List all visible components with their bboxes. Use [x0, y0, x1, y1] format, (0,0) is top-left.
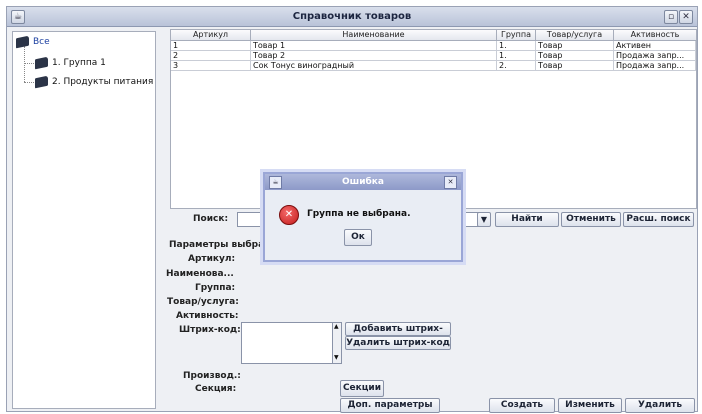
find-button[interactable]: Найти: [495, 212, 559, 227]
cancel-search-button[interactable]: Отменить: [561, 212, 621, 227]
table-cell[interactable]: 1.: [497, 51, 536, 61]
column-header-type[interactable]: Товар/услуга: [536, 30, 614, 41]
params-heading: Параметры выбран: [169, 240, 271, 250]
tree-item-group-1[interactable]: 1. Группа 1: [35, 56, 106, 70]
advanced-search-button[interactable]: Расш. поиск: [623, 212, 694, 227]
folder-icon: [16, 35, 29, 48]
type-label: Товар/услуга:: [167, 297, 239, 307]
column-header-activity[interactable]: Активность: [614, 30, 696, 41]
tree-item-label: 2. Продукты питания: [52, 77, 154, 87]
table-cell[interactable]: 3: [171, 61, 251, 71]
search-label: Поиск:: [193, 214, 229, 224]
table-cell[interactable]: Товар: [536, 61, 614, 71]
table-cell[interactable]: 1: [171, 41, 251, 51]
article-label: Артикул:: [188, 254, 236, 264]
table-cell[interactable]: Активен: [614, 41, 696, 51]
barcode-label: Штрих-код:: [179, 325, 241, 335]
table-cell[interactable]: Товар: [536, 41, 614, 51]
dialog-message: Группа не выбрана.: [307, 209, 411, 219]
table-cell[interactable]: 2.: [497, 61, 536, 71]
close-icon[interactable]: ✕: [679, 10, 693, 24]
search-dropdown-button[interactable]: ▼: [477, 212, 491, 227]
table-cell[interactable]: Продажа запр...: [614, 61, 696, 71]
column-header-name[interactable]: Наименование: [251, 30, 497, 41]
error-icon: ✕: [279, 205, 299, 225]
scroll-up-icon[interactable]: ▲: [334, 323, 339, 330]
table-cell[interactable]: Сок Тонус виноградный: [251, 61, 497, 71]
manufacturer-label: Производ.:: [183, 371, 241, 381]
column-header-article[interactable]: Артикул: [171, 30, 251, 41]
tree-item-food[interactable]: 2. Продукты питания: [35, 75, 153, 89]
edit-button[interactable]: Изменить: [558, 398, 622, 413]
tree-item-label: 1. Группа 1: [52, 58, 106, 68]
create-button[interactable]: Создать: [489, 398, 555, 413]
table-cell[interactable]: 1.: [497, 41, 536, 51]
section-label: Секция:: [195, 384, 237, 394]
title-bar: ☕ Справочник товаров ▫ ✕: [7, 7, 697, 27]
barcode-list[interactable]: [241, 322, 335, 364]
barcode-scrollbar[interactable]: ▲ ▼: [332, 322, 342, 364]
extra-params-button[interactable]: Доп. параметры: [340, 398, 440, 413]
add-barcode-button[interactable]: Добавить штрих-код: [345, 322, 451, 346]
scroll-down-icon[interactable]: ▼: [334, 354, 339, 361]
tree-root[interactable]: Все: [16, 35, 50, 49]
delete-button[interactable]: Удалить: [625, 398, 695, 413]
close-icon[interactable]: ✕: [444, 176, 457, 189]
restore-icon[interactable]: ▫: [664, 10, 678, 24]
table-cell[interactable]: 2: [171, 51, 251, 61]
name-label: Наименова...: [166, 269, 234, 279]
dialog-title-bar: ☕ Ошибка ✕: [265, 174, 461, 190]
group-label: Группа:: [195, 283, 236, 293]
folder-icon: [35, 75, 48, 88]
error-dialog: ☕ Ошибка ✕ ✕ Группа не выбрана. Ок: [263, 172, 463, 262]
table-cell[interactable]: Товар: [536, 51, 614, 61]
group-tree[interactable]: Все 1. Группа 1 2. Продукты питания: [12, 31, 156, 409]
dialog-title: Ошибка: [342, 177, 384, 187]
remove-barcode-button[interactable]: Удалить штрих-код: [345, 336, 451, 350]
table-cell[interactable]: Товар 1: [251, 41, 497, 51]
ok-button[interactable]: Ок: [344, 229, 372, 246]
tree-root-label: Все: [33, 37, 50, 47]
table-cell[interactable]: Товар 2: [251, 51, 497, 61]
window-title: Справочник товаров: [292, 11, 412, 22]
sections-button[interactable]: Секции: [340, 380, 384, 397]
folder-icon: [35, 56, 48, 69]
table-cell[interactable]: Продажа запр...: [614, 51, 696, 61]
activity-label: Активность:: [176, 311, 239, 321]
column-header-group[interactable]: Группа: [497, 30, 536, 41]
